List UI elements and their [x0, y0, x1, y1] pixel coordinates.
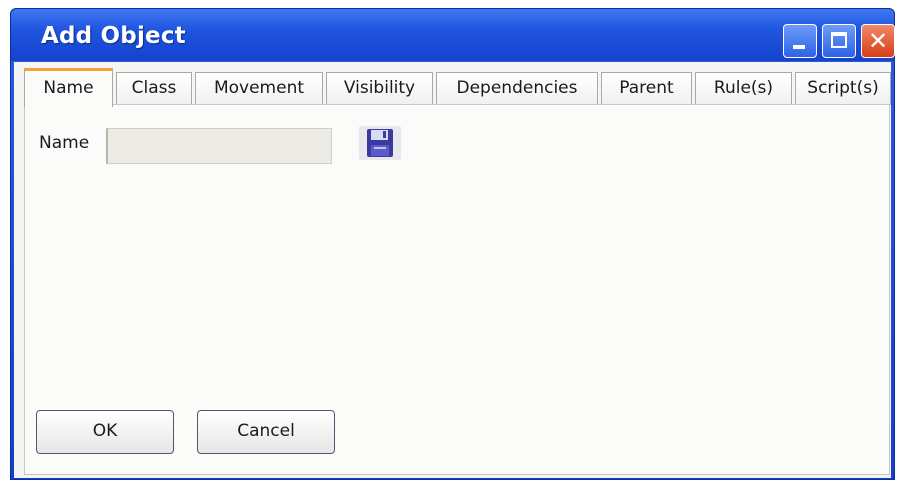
dialog-body: Name Class Movement Visibility Dependenc…: [14, 62, 891, 478]
tab-strip: Name Class Movement Visibility Dependenc…: [14, 66, 891, 107]
close-button[interactable]: ✕: [861, 24, 895, 58]
tab-label: Movement: [213, 78, 305, 98]
tab-label: Rule(s): [713, 78, 774, 98]
cancel-button[interactable]: Cancel: [197, 410, 335, 454]
tab-label: Visibility: [343, 78, 416, 98]
tab-parent[interactable]: Parent: [601, 72, 692, 105]
close-icon: ✕: [867, 27, 889, 55]
maximize-button[interactable]: [822, 24, 856, 58]
tab-scripts[interactable]: Script(s): [795, 72, 891, 105]
ok-button[interactable]: OK: [36, 410, 174, 454]
tab-label: Script(s): [807, 78, 879, 98]
window-title: Add Object: [41, 23, 186, 49]
tab-visibility[interactable]: Visibility: [326, 72, 433, 105]
add-object-dialog: Add Object ✕ Name Class Movement Visibil…: [10, 8, 895, 480]
minimize-button[interactable]: [783, 24, 817, 58]
maximize-icon: [831, 32, 847, 48]
save-icon: [367, 129, 393, 157]
tab-name[interactable]: Name: [24, 68, 113, 107]
tab-label: Class: [131, 78, 177, 98]
tab-label: Name: [43, 78, 94, 98]
tab-label: Dependencies: [456, 78, 578, 98]
tab-dependencies[interactable]: Dependencies: [436, 72, 598, 105]
save-button[interactable]: [359, 126, 401, 160]
title-bar[interactable]: Add Object ✕: [11, 9, 895, 61]
tab-movement[interactable]: Movement: [195, 72, 323, 105]
tab-rules[interactable]: Rule(s): [695, 72, 792, 105]
name-input[interactable]: [106, 128, 332, 164]
minimize-icon: [793, 45, 805, 49]
tab-label: Parent: [619, 78, 674, 98]
name-label: Name: [39, 133, 90, 153]
tab-class[interactable]: Class: [116, 72, 192, 105]
